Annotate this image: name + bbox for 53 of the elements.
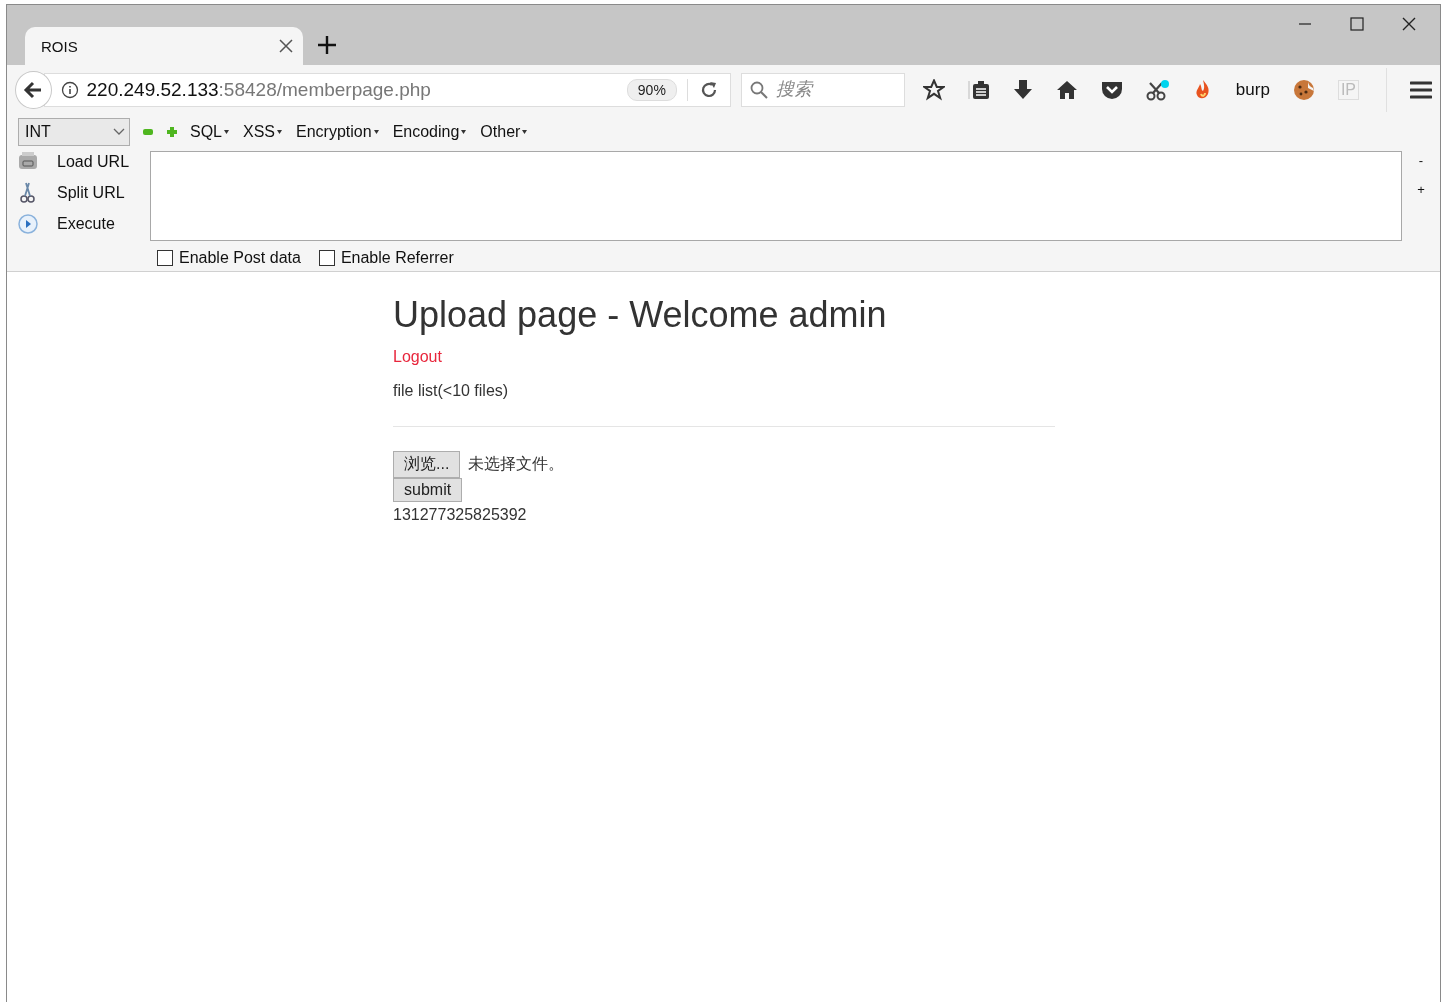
hackbar-menu[interactable]: Other [480, 123, 528, 141]
tab-title: ROIS [41, 37, 78, 55]
hackbar-menu[interactable]: SQL [190, 123, 229, 141]
reading-list-icon[interactable] [967, 78, 990, 101]
page-heading: Upload page - Welcome admin [393, 294, 887, 336]
hackbar-menu[interactable]: XSS [243, 123, 283, 141]
browser-tab[interactable]: ROIS [25, 27, 303, 65]
caret-icon [461, 130, 467, 134]
checkbox-label: Enable Post data [179, 249, 301, 267]
hackbar-menu[interactable]: Encryption [296, 123, 379, 141]
cookie-icon[interactable] [1292, 78, 1315, 101]
pocket-icon[interactable] [1100, 79, 1123, 100]
play-icon [17, 213, 39, 235]
star-icon[interactable] [922, 78, 945, 101]
burp-button[interactable]: burp [1235, 79, 1270, 100]
chevron-icon [113, 128, 125, 136]
checkbox-label: Enable Referrer [340, 249, 454, 267]
hackbar-menu[interactable]: Encoding [392, 123, 467, 141]
caret-icon [522, 130, 528, 134]
url-path: :58428/memberpage.php [218, 78, 431, 101]
search-field[interactable]: 搜索 [740, 72, 905, 107]
caret-icon [224, 130, 229, 134]
caret-icon [373, 130, 379, 134]
checkbox[interactable] [318, 250, 335, 266]
browse-button[interactable]: 浏览... [393, 451, 461, 478]
hackbar-action-button[interactable]: Execute [57, 215, 115, 233]
hackbar-action-button[interactable]: Split URL [57, 184, 125, 202]
output-number: 131277325825392 [393, 506, 527, 523]
logout-link[interactable]: Logout [393, 348, 442, 366]
scissors-icon[interactable] [1145, 78, 1170, 101]
close-icon[interactable] [1402, 17, 1416, 31]
zoom-level-button[interactable]: 90% [626, 78, 677, 101]
maximize-icon[interactable] [1350, 17, 1364, 31]
home-icon[interactable] [1055, 79, 1078, 100]
caret-icon [277, 130, 283, 134]
download-icon[interactable] [1012, 78, 1033, 101]
back-button[interactable] [15, 70, 52, 109]
close-icon[interactable] [279, 39, 293, 53]
menu-icon[interactable] [1410, 80, 1432, 99]
hackbar-action-button[interactable]: Load URL [57, 153, 130, 171]
url-host: 220.249.52.133 [86, 78, 219, 101]
file-status-text: 未选择文件。 [468, 454, 565, 474]
resize-button[interactable]: - [1418, 153, 1424, 168]
file-list-label: file list(<10 files) [393, 382, 509, 399]
back-arrow-icon [23, 79, 44, 100]
plus-icon[interactable] [317, 35, 337, 55]
reload-icon[interactable] [699, 80, 718, 99]
address-bar[interactable]: 220.249.52.133:58428/memberpage.php 90% [43, 72, 731, 107]
encoding-dropdown[interactable]: INT [18, 118, 130, 146]
submit-button[interactable]: submit [393, 478, 463, 502]
checkbox[interactable] [157, 250, 173, 266]
info-icon[interactable] [60, 80, 79, 99]
resize-button[interactable]: + [1417, 182, 1425, 197]
